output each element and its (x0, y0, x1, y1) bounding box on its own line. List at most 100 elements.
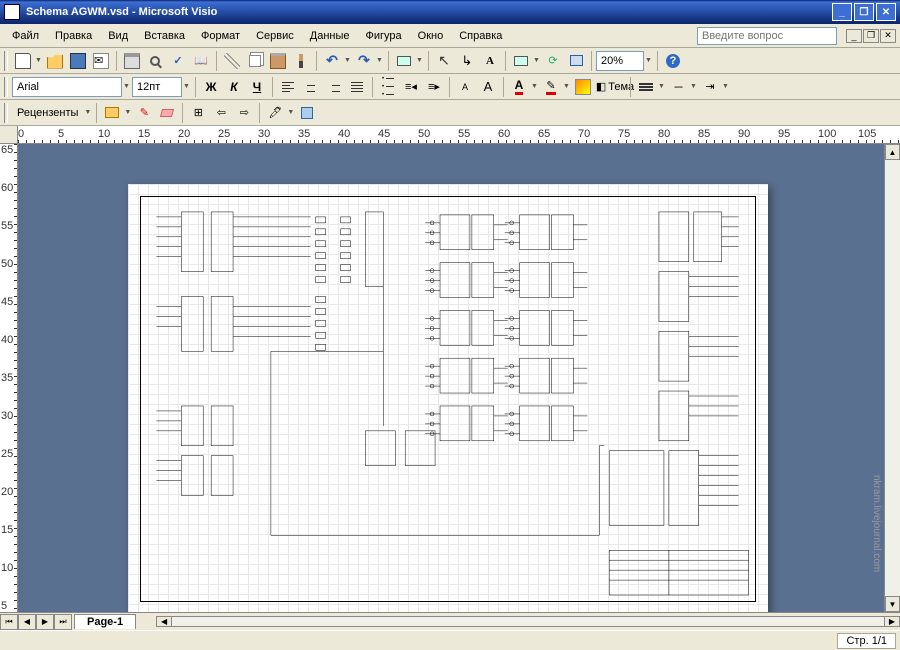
next-page-button[interactable]: ▶ (36, 614, 54, 630)
menu-help[interactable]: Справка (451, 27, 510, 45)
scroll-track[interactable] (885, 160, 900, 596)
line-color-dropdown[interactable]: ▼ (563, 83, 571, 90)
reviewers-button[interactable]: Рецензенты (12, 102, 83, 124)
last-page-button[interactable]: ⏭ (54, 614, 72, 630)
align-center-button[interactable] (300, 76, 322, 98)
size-dropdown[interactable]: ▼ (183, 83, 191, 90)
help-button[interactable]: ? (662, 50, 684, 72)
line-color-button[interactable]: ✎ (540, 76, 562, 98)
drawing-canvas[interactable]: nkram.livejournal.com (18, 144, 884, 612)
open-button[interactable] (44, 50, 66, 72)
reviewers-dropdown[interactable]: ▼ (84, 109, 92, 116)
italic-button[interactable]: К (223, 76, 245, 98)
eraser-button[interactable] (156, 102, 178, 124)
align-right-button[interactable] (323, 76, 345, 98)
line-weight-dropdown[interactable]: ▼ (658, 83, 666, 90)
track-markup-button[interactable]: ⊞ (187, 102, 209, 124)
ink-button[interactable]: 🖊 (264, 102, 286, 124)
redo-button[interactable]: ↷ (353, 50, 375, 72)
toolbar-handle[interactable] (4, 51, 8, 71)
align-left-button[interactable] (277, 76, 299, 98)
toolbar-handle[interactable] (4, 77, 8, 97)
menu-edit[interactable]: Правка (47, 27, 100, 45)
maximize-button[interactable]: ❐ (854, 3, 874, 21)
decrease-font-button[interactable]: A (454, 76, 476, 98)
scroll-left-button[interactable]: ◀ (156, 616, 172, 627)
scroll-right-button[interactable]: ▶ (884, 616, 900, 627)
copy-button[interactable] (244, 50, 266, 72)
prev-page-button[interactable]: ◀ (18, 614, 36, 630)
fill-color-button[interactable] (572, 76, 594, 98)
page-tab[interactable]: Page-1 (74, 614, 136, 629)
menu-data[interactable]: Данные (302, 27, 358, 45)
bullets-button[interactable] (377, 76, 399, 98)
line-ends-button[interactable]: ⇥ (699, 76, 721, 98)
menu-insert[interactable]: Вставка (136, 27, 193, 45)
rectangle-tool-button[interactable] (510, 50, 532, 72)
zoom-dropdown[interactable]: ▼ (645, 57, 653, 64)
new-dropdown[interactable]: ▼ (35, 57, 43, 64)
vertical-scrollbar[interactable]: ▲ ▼ (884, 144, 900, 612)
font-combo[interactable] (12, 77, 122, 97)
fullscreen-button[interactable] (565, 50, 587, 72)
scroll-down-button[interactable]: ▼ (885, 596, 900, 612)
close-button[interactable]: ✕ (876, 3, 896, 21)
menu-file[interactable]: Файл (4, 27, 47, 45)
ruler-corner[interactable] (0, 126, 18, 144)
decrease-indent-button[interactable]: ≡◂ (400, 76, 422, 98)
bold-button[interactable]: Ж (200, 76, 222, 98)
menu-format[interactable]: Формат (193, 27, 248, 45)
cut-button[interactable] (221, 50, 243, 72)
toolbar-handle[interactable] (4, 103, 8, 123)
horizontal-scrollbar[interactable]: ◀ ▶ (156, 616, 900, 627)
zoom-combo[interactable] (596, 51, 644, 71)
font-dropdown[interactable]: ▼ (123, 83, 131, 90)
scroll-up-button[interactable]: ▲ (885, 144, 900, 160)
underline-button[interactable]: Ч (246, 76, 268, 98)
ink-dropdown[interactable]: ▼ (287, 109, 295, 116)
next-markup-button[interactable]: ⇨ (233, 102, 255, 124)
doc-restore-button[interactable]: ❐ (863, 29, 879, 43)
doc-minimize-button[interactable]: _ (846, 29, 862, 43)
vertical-ruler[interactable]: 65605550454035302520151050 (0, 144, 18, 612)
comment-dropdown[interactable]: ▼ (124, 109, 132, 116)
spelling-button[interactable]: ✓ (167, 50, 189, 72)
line-ends-dropdown[interactable]: ▼ (722, 83, 730, 90)
reviewing-pane-button[interactable] (296, 102, 318, 124)
save-button[interactable] (67, 50, 89, 72)
undo-button[interactable]: ↶ (321, 50, 343, 72)
menu-tools[interactable]: Сервис (248, 27, 302, 45)
rect-dropdown[interactable]: ▼ (533, 57, 541, 64)
rotate-button[interactable]: ⟳ (542, 50, 564, 72)
previous-markup-button[interactable]: ⇦ (210, 102, 232, 124)
line-pattern-button[interactable]: --- (667, 76, 689, 98)
shapes-dropdown[interactable]: ▼ (416, 57, 424, 64)
research-button[interactable]: 📖 (190, 50, 212, 72)
horizontal-ruler[interactable]: 0510152025303540455055606570758085909510… (0, 126, 900, 144)
menu-window[interactable]: Окно (410, 27, 452, 45)
increase-indent-button[interactable]: ≡▸ (423, 76, 445, 98)
new-comment-button[interactable] (101, 102, 123, 124)
font-size-combo[interactable] (132, 77, 182, 97)
print-button[interactable] (121, 50, 143, 72)
first-page-button[interactable]: ⏮ (0, 614, 18, 630)
pointer-tool-button[interactable]: ↖ (433, 50, 455, 72)
line-weight-button[interactable] (635, 76, 657, 98)
format-painter-button[interactable] (290, 50, 312, 72)
line-pattern-dropdown[interactable]: ▼ (690, 83, 698, 90)
minimize-button[interactable]: _ (832, 3, 852, 21)
new-button[interactable] (12, 50, 34, 72)
print-preview-button[interactable] (144, 50, 166, 72)
help-search-input[interactable] (697, 27, 837, 45)
mail-button[interactable]: ✉ (90, 50, 112, 72)
doc-close-button[interactable]: ✕ (880, 29, 896, 43)
font-color-button[interactable]: A (508, 76, 530, 98)
menu-shape[interactable]: Фигура (358, 27, 410, 45)
theme-button[interactable]: ◧Тема (604, 76, 626, 98)
drawing-page[interactable] (128, 184, 768, 612)
schematic-drawing[interactable] (140, 196, 756, 602)
ink-tool-button[interactable]: ✎ (133, 102, 155, 124)
text-tool-button[interactable]: A (479, 50, 501, 72)
shapes-panel-button[interactable] (393, 50, 415, 72)
font-color-dropdown[interactable]: ▼ (531, 83, 539, 90)
